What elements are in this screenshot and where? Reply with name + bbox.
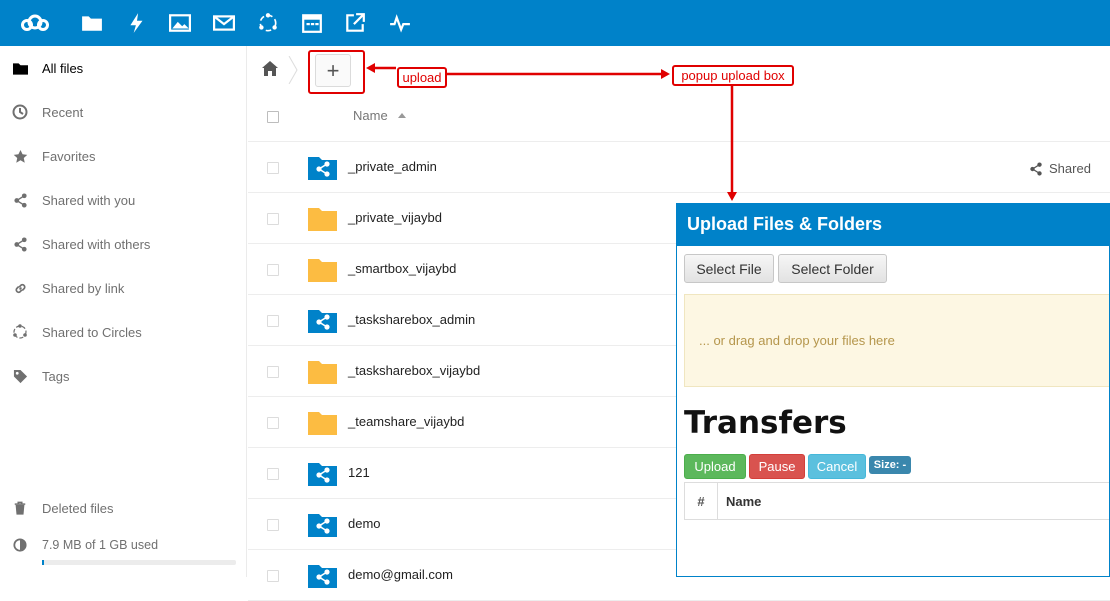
annotation-arrows [366, 63, 737, 201]
